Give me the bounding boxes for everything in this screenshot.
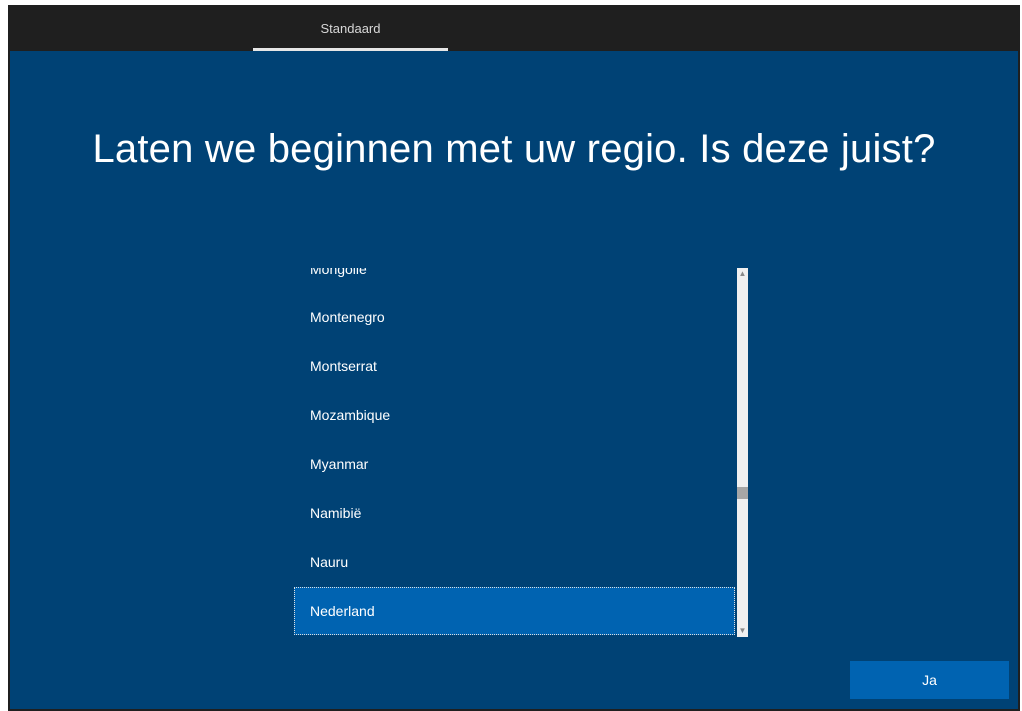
scrollbar-thumb[interactable]	[737, 487, 748, 499]
region-item-namibie[interactable]: Namibië	[294, 489, 735, 537]
confirm-button[interactable]: Ja	[850, 661, 1009, 699]
chevron-up-icon[interactable]: ▲	[737, 268, 748, 280]
top-bar: Standaard	[8, 5, 1020, 51]
region-item-mozambique[interactable]: Mozambique	[294, 391, 735, 439]
oobe-window: Standaard Laten we beginnen met uw regio…	[8, 5, 1020, 711]
region-list[interactable]: Mongolië Montenegro Montserrat Mozambiqu…	[294, 268, 750, 637]
chevron-down-icon[interactable]: ▼	[737, 625, 748, 637]
region-list-scrollbar[interactable]: ▲ ▼	[737, 268, 748, 637]
region-item-nauru[interactable]: Nauru	[294, 538, 735, 586]
region-item-mongolie[interactable]: Mongolië	[294, 268, 735, 293]
region-setup-page: Laten we beginnen met uw regio. Is deze …	[10, 51, 1018, 709]
region-item-myanmar[interactable]: Myanmar	[294, 440, 735, 488]
page-title: Laten we beginnen met uw regio. Is deze …	[92, 127, 936, 171]
region-item-montserrat[interactable]: Montserrat	[294, 342, 735, 390]
region-item-nederland-selected[interactable]: Nederland	[294, 587, 735, 635]
tab-standaard[interactable]: Standaard	[253, 5, 448, 51]
region-item-montenegro[interactable]: Montenegro	[294, 293, 735, 341]
